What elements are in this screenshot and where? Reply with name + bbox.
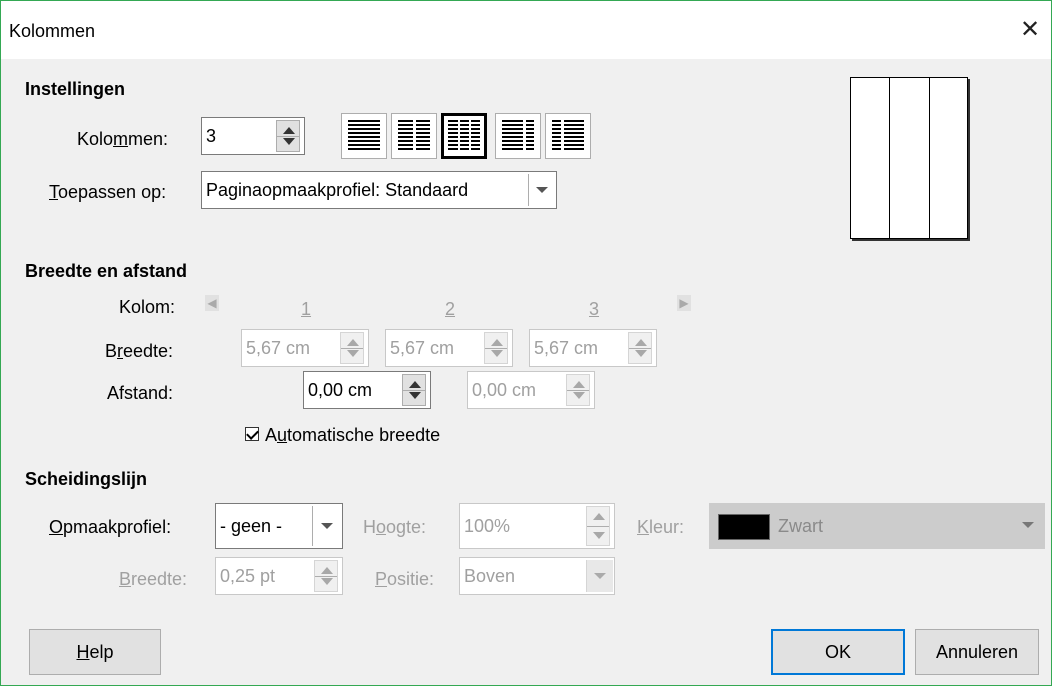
title-bar: Kolommen ✕	[1, 1, 1051, 59]
kolom-number-1: 1	[301, 299, 312, 319]
kolommen-spinner[interactable]: 3	[201, 117, 305, 155]
color-swatch	[718, 514, 770, 540]
layout-3-columns-button[interactable]	[441, 113, 487, 159]
lijn-breedte-field[interactable]: 0,25 pt	[215, 557, 343, 595]
hoogte-label: Hoogte:	[363, 517, 427, 537]
toepassen-value: Paginaopmaakprofiel: Standaard	[206, 180, 469, 200]
arrow-right-icon[interactable]: ▶	[677, 295, 691, 311]
chevron-down-icon	[594, 573, 606, 579]
instellingen-heading: Instellingen	[25, 79, 126, 99]
close-icon[interactable]: ✕	[1013, 15, 1047, 45]
spin-icon[interactable]	[566, 374, 590, 406]
kleur-label: Kleur:	[637, 517, 685, 537]
right-wide-columns-icon	[552, 120, 584, 152]
ok-button[interactable]: OK	[771, 629, 905, 675]
automatische-breedte-label[interactable]: Automatische breedte	[265, 425, 440, 446]
automatische-breedte-checkbox[interactable]	[245, 427, 259, 441]
spin-icon[interactable]	[586, 506, 610, 546]
kolommen-dialog: Kolommen ✕ Instellingen Kolommen: 3 Toep…	[0, 0, 1052, 686]
one-column-icon	[348, 120, 380, 152]
positie-dropdown[interactable]: Boven	[459, 557, 615, 595]
afstand-1-field[interactable]: 0,00 cm	[303, 371, 431, 409]
kleur-dropdown[interactable]: Zwart	[709, 503, 1045, 549]
kolommen-value: 3	[206, 126, 217, 146]
toepassen-label: Toepassen op:	[49, 182, 167, 202]
chevron-down-icon	[536, 187, 548, 193]
spin-icon[interactable]	[314, 560, 338, 592]
cancel-button[interactable]: Annuleren	[915, 629, 1039, 675]
columns-preview	[850, 77, 968, 239]
opmaakprofiel-dropdown[interactable]: - geen -	[215, 503, 343, 549]
layout-1-column-button[interactable]	[341, 113, 387, 159]
positie-dropdown-button[interactable]	[586, 560, 613, 592]
spin-icon[interactable]	[484, 332, 508, 364]
spin-down-icon[interactable]	[283, 138, 295, 145]
two-columns-icon	[398, 120, 430, 152]
kolommen-label: Kolommen:	[77, 129, 169, 149]
dialog-title: Kolommen	[9, 21, 96, 41]
lijn-breedte-label: Breedte:	[119, 569, 188, 589]
spin-up-icon[interactable]	[283, 127, 295, 134]
help-button[interactable]: Help	[29, 629, 161, 675]
layout-2-columns-button[interactable]	[391, 113, 437, 159]
opmaakprofiel-dropdown-button[interactable]	[312, 506, 341, 546]
afstand-label: Afstand:	[107, 383, 174, 403]
breedte-col3-field[interactable]: 5,67 cm	[529, 329, 657, 367]
toepassen-dropdown-button[interactable]	[528, 174, 555, 206]
left-wide-columns-icon	[502, 120, 534, 152]
kolom-label: Kolom:	[119, 297, 176, 317]
spin-icon[interactable]	[340, 332, 364, 364]
breedte-col1-field[interactable]: 5,67 cm	[241, 329, 369, 367]
scheidingslijn-heading: Scheidingslijn	[25, 469, 148, 489]
kolom-number-3: 3	[589, 299, 600, 319]
toepassen-dropdown[interactable]: Paginaopmaakprofiel: Standaard	[201, 171, 557, 209]
kleur-value: Zwart	[778, 516, 823, 536]
breedte-label: Breedte:	[105, 341, 174, 361]
hoogte-field[interactable]: 100%	[459, 503, 615, 549]
afstand-2-field[interactable]: 0,00 cm	[467, 371, 595, 409]
breedte-col2-field[interactable]: 5,67 cm	[385, 329, 513, 367]
three-columns-icon	[448, 120, 480, 152]
chevron-down-icon	[321, 523, 333, 529]
spin-icon[interactable]	[402, 374, 426, 406]
layout-right-wide-button[interactable]	[545, 113, 591, 159]
opmaakprofiel-label: Opmaakprofiel:	[49, 517, 172, 537]
kolommen-spin-buttons[interactable]	[276, 120, 300, 152]
layout-left-wide-button[interactable]	[495, 113, 541, 159]
chevron-down-icon	[1022, 522, 1034, 528]
breedte-afstand-heading: Breedte en afstand	[25, 261, 188, 281]
spin-icon[interactable]	[628, 332, 652, 364]
arrow-left-icon[interactable]: ◀	[205, 295, 219, 311]
positie-label: Positie:	[375, 569, 435, 589]
kolom-number-2: 2	[445, 299, 456, 319]
checkmark-icon	[246, 427, 259, 440]
